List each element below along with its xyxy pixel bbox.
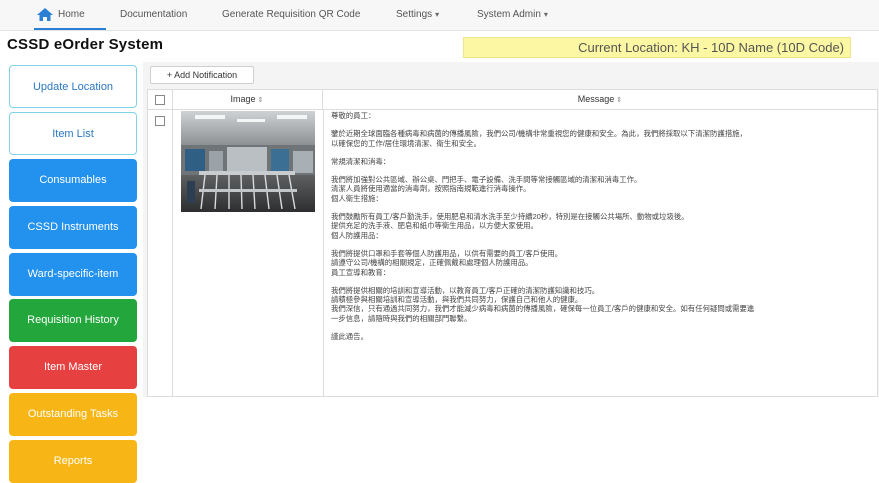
row-checkbox[interactable] [155,116,165,126]
sort-icon: ⇕ [616,97,623,104]
sidebar-outstanding-tasks[interactable]: Outstanding Tasks [9,393,137,436]
message-line: 提供充足的洗手液、肥皂和紙巾等衛生用品，以方便大家使用。 [331,221,538,231]
column-divider [172,109,173,397]
message-spacer [331,240,871,249]
chevron-down-icon: ▾ [543,10,548,19]
sidebar-ward-specific-item[interactable]: Ward-specific-item [9,253,137,296]
message-line: 個人防護用品： [331,230,383,240]
sidebar-item-master[interactable]: Item Master [9,346,137,389]
nav-system-admin-label: System Admin [477,9,541,20]
column-header-image[interactable]: Image ⇕ [172,90,323,109]
nav-settings[interactable]: Settings ▾ [396,0,439,30]
add-notification-button[interactable]: + Add Notification [150,66,254,84]
column-header-image-label: Image [230,94,256,104]
notification-message: 尊敬的員工： 鑒於近期全球面臨各種病毒和病菌的傳播風險，我們公司/機構非常重視您的… [331,111,871,341]
message-line: 我們鼓勵所有員工/客戶勤洗手，使用肥皂和清水洗手至少持續20秒，特別是在接觸公共… [331,212,689,222]
message-spacer [331,120,871,129]
message-line: 員工宣導和教育： [331,267,391,277]
message-line: 一步信息，請隨時與我們的相關部門聯繫。 [331,313,472,323]
table-header: Image ⇕ Message ⇕ [148,90,877,110]
message-line: 我們深信，只有通過共同努力，我們才能減少病毒和病菌的傳播風險，確保每一位員工/客… [331,304,755,314]
column-divider [323,109,324,397]
sidebar-update-location[interactable]: Update Location [9,65,137,108]
message-line: 鑒於近期全球面臨各種病毒和病菌的傳播風險，我們公司/機構非常重視您的健康和安全。… [331,129,747,139]
sidebar-cssd-instruments[interactable]: CSSD Instruments [9,206,137,249]
message-line: 請遵守公司/機構的相關規定，正確佩戴和處理個人防護用品。 [331,258,533,268]
message-line: 清潔人員將使用適當的消毒劑，按照指南規範進行消毒操作。 [331,184,531,194]
nav-settings-label: Settings [396,9,433,20]
message-spacer [331,166,871,175]
message-line: 我們將提供口罩和手套等個人防護用品，以供有需要的員工/客戶使用。 [331,248,563,258]
sidebar-consumables[interactable]: Consumables [9,159,137,202]
current-location-banner: Current Location: KH - 10D Name (10D Cod… [463,37,851,58]
message-line: 我們將提供相關的培訓和宣導活動，以教育員工/客戶正確的清潔防護知識和技巧。 [331,285,600,295]
nav-home[interactable]: Home [34,0,106,30]
sidebar-reports[interactable]: Reports [9,440,137,483]
header-checkbox-cell [148,90,173,109]
message-spacer [331,148,871,157]
message-line: 個人衛生措施： [331,193,383,203]
nav-system-admin[interactable]: System Admin ▾ [477,0,548,30]
nav-home-label: Home [58,9,85,20]
column-header-message[interactable]: Message ⇕ [323,90,877,109]
message-line: 常規清潔和消毒： [331,156,391,166]
message-line: 尊敬的員工： [331,111,376,120]
nav-documentation[interactable]: Documentation [120,0,187,30]
message-line: 謹此通告。 [331,332,368,342]
column-header-message-label: Message [577,94,615,104]
nav-generate-qr[interactable]: Generate Requisition QR Code [222,0,360,30]
notification-image [181,111,315,212]
sidebar-requisition-history[interactable]: Requisition History [9,299,137,342]
message-spacer [331,203,871,212]
message-spacer [331,277,871,286]
message-spacer [331,323,871,332]
select-all-checkbox[interactable] [155,95,165,105]
chevron-down-icon: ▾ [435,10,440,19]
home-icon [37,8,53,21]
sort-icon: ⇕ [257,97,264,104]
message-line: 以確保您的工作/居住環境清潔、衛生和安全。 [331,138,481,148]
message-line: 我們將加強對公共區域、辦公桌、門把手、電子設備、洗手間等常接觸區域的清潔和消毒工… [331,175,642,185]
message-line: 請積極參與相關培訓和宣導活動，與我們共同努力，保護自己和他人的健康。 [331,295,583,305]
top-navbar: Home Documentation Generate Requisition … [0,0,879,31]
sidebar-item-list[interactable]: Item List [9,112,137,155]
app-title: CSSD eOrder System [7,36,164,53]
